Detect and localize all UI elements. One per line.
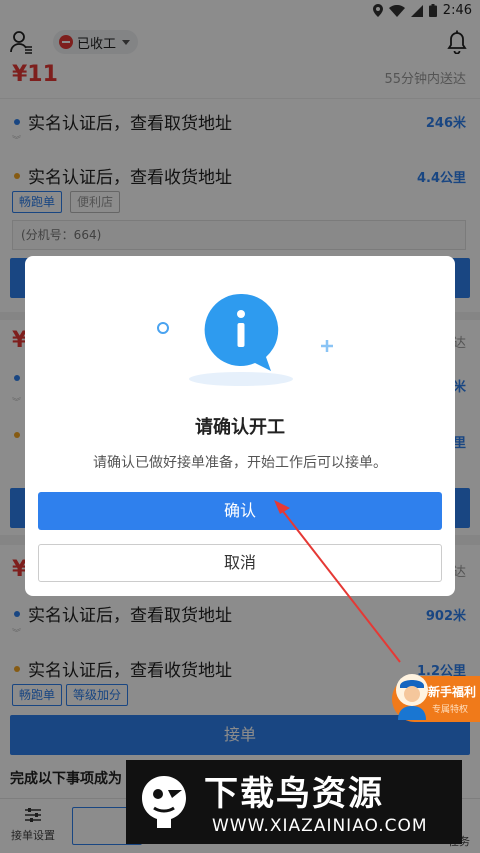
dialog-title: 请确认开工 [195, 417, 285, 438]
cancel-button[interactable]: 取消 [38, 544, 442, 582]
watermark-title: 下载鸟资源 [204, 774, 384, 814]
newbie-promo-button[interactable]: 新手福利 专属特权 [392, 674, 480, 722]
watermark: 下载鸟资源 WWW.XIAZAINIAO.COM [126, 760, 462, 844]
dialog-message: 请确认已做好接单准备，开始工作后可以接单。 [93, 455, 387, 471]
confirm-button[interactable]: 确认 [38, 492, 442, 530]
courier-avatar-icon [396, 674, 428, 720]
watermark-url: WWW.XIAZAINIAO.COM [212, 816, 428, 836]
promo-subtitle: 专属特权 [432, 705, 469, 715]
confirm-start-work-dialog: 请确认开工 请确认已做好接单准备，开始工作后可以接单。 确认 取消 [25, 256, 455, 596]
promo-title: 新手福利 [428, 685, 477, 699]
bird-logo-icon [142, 776, 186, 828]
info-bubble-icon [157, 293, 333, 386]
